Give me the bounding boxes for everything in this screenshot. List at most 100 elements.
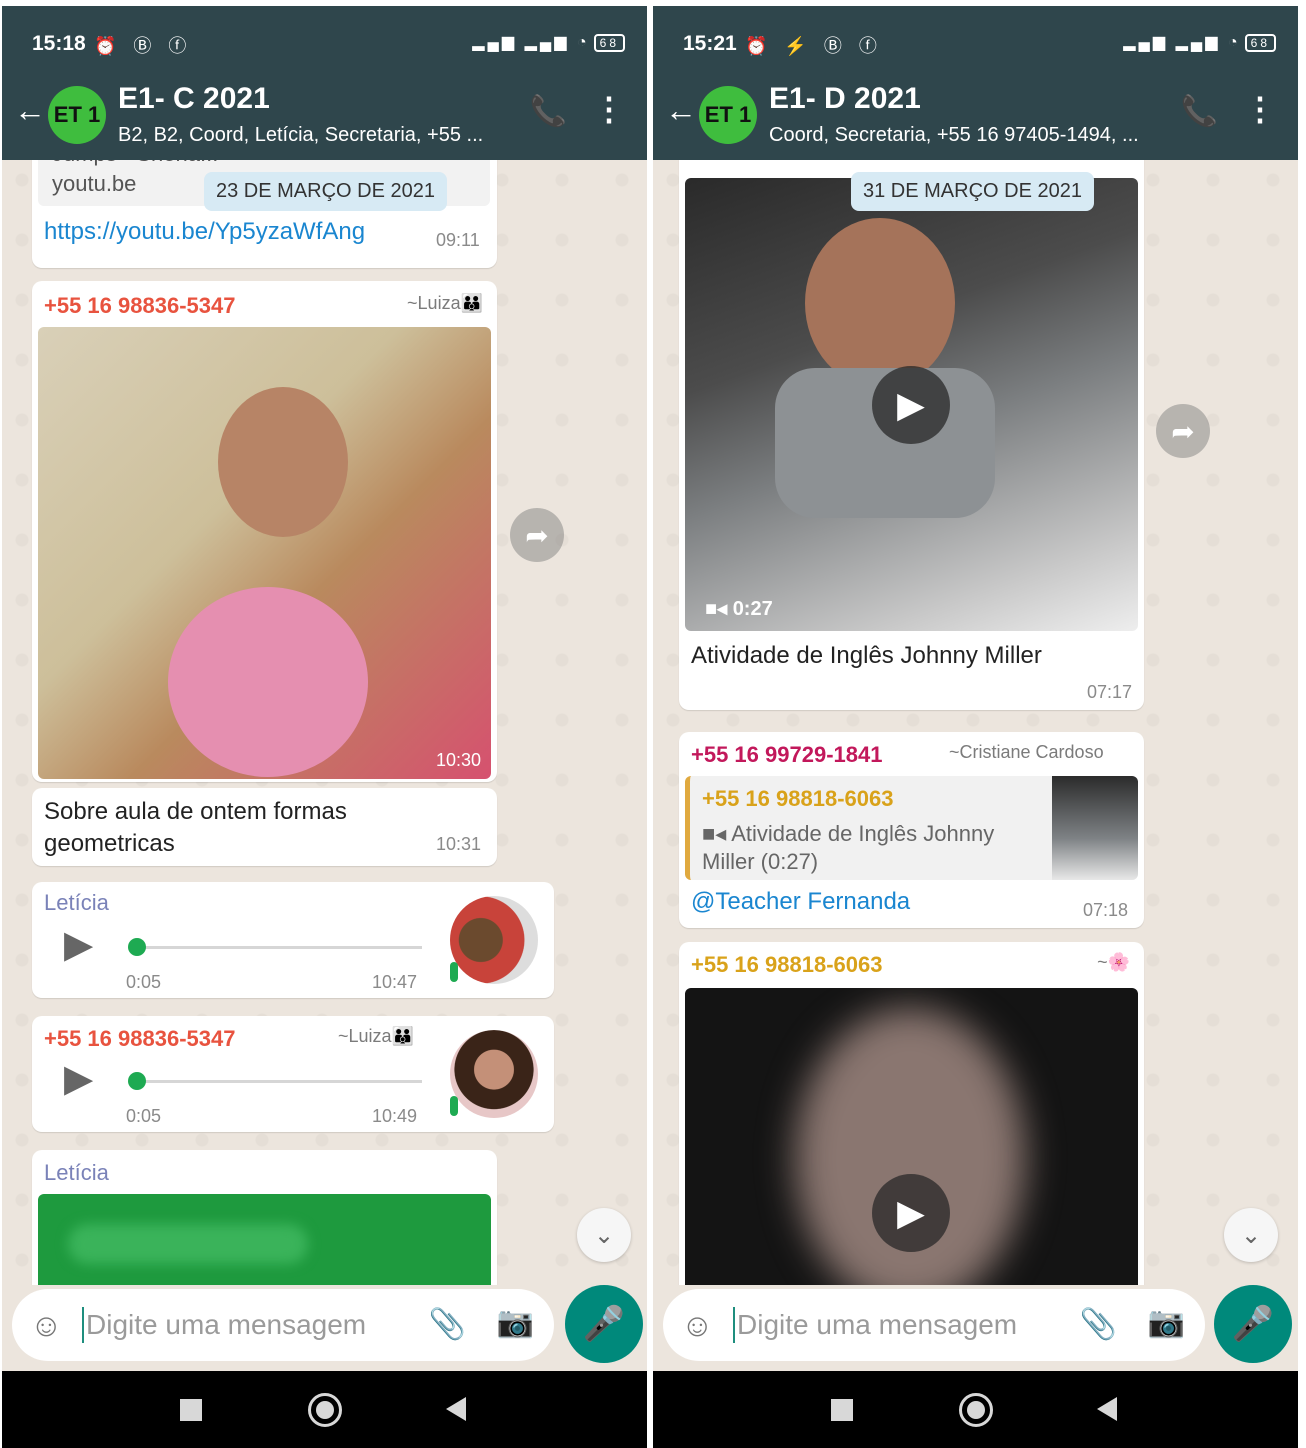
status-bar: 15:18 ⏰ Ⓑ ⓕ ▂▄▆ ▂▄▆ ◔ 68 [2, 6, 647, 68]
left-phone-screen: 15:18 ⏰ Ⓑ ⓕ ▂▄▆ ▂▄▆ ◔ 68 ← ET 1 E1- C 202… [2, 6, 647, 1448]
sender-phone[interactable]: +55 16 98836-5347 [44, 1026, 235, 1052]
blurred-video-thumbnail[interactable]: ▶ [685, 988, 1138, 1285]
message-input-placeholder[interactable]: Digite uma mensagem [737, 1309, 1017, 1341]
emoji-icon[interactable]: ☺ [681, 1307, 714, 1344]
back-arrow-icon[interactable]: ← [14, 92, 46, 129]
play-icon[interactable]: ▶ [64, 1056, 93, 1101]
signal-wifi-battery-icons: ▂▄▆ ▂▄▆ ◔ 68 [472, 32, 625, 52]
video-message-bubble[interactable]: ▶ ■◂ 0:27 Atividade de Inglês Johnny Mil… [679, 160, 1144, 710]
sender-name[interactable]: Letícia [44, 1160, 109, 1186]
voice-progress-track[interactable] [136, 1080, 422, 1083]
attach-icon[interactable]: 📎 [1080, 1307, 1117, 1342]
recents-icon[interactable] [831, 1399, 853, 1421]
play-video-icon[interactable]: ▶ [872, 1174, 950, 1252]
voice-progress-track[interactable] [136, 946, 422, 949]
back-nav-icon[interactable] [446, 1397, 466, 1421]
voice-progress-handle[interactable] [128, 938, 146, 956]
more-options-icon[interactable]: ⋮ [593, 90, 625, 128]
status-time: 15:18 [32, 32, 86, 55]
status-bar: 15:21 ⏰ ⚡ Ⓑ ⓕ ▂▄▆ ▂▄▆ ◔ 68 [653, 6, 1298, 68]
message-time: 07:18 [1083, 900, 1129, 920]
caption-message-bubble[interactable]: Sobre aula de ontem formas geometricas 1… [32, 788, 497, 866]
right-phone-screen: 15:21 ⏰ ⚡ Ⓑ ⓕ ▂▄▆ ▂▄▆ ◔ 68 ← ET 1 E1- D 2… [653, 6, 1298, 1448]
video-message-bubble[interactable]: +55 16 98818-6063 ~🌸 ▶ [679, 942, 1144, 1285]
play-video-icon[interactable]: ▶ [872, 366, 950, 444]
photo-thumbnail[interactable]: 10:30 [38, 327, 491, 779]
group-avatar[interactable]: ET 1 [48, 86, 106, 144]
status-time: 15:21 [683, 32, 737, 55]
blurred-image[interactable] [38, 1194, 491, 1285]
message-list[interactable]: Jumps · Shena... youtu.be https://youtu.… [2, 160, 647, 1285]
date-separator: 23 DE MARÇO DE 2021 [204, 172, 447, 211]
chat-title[interactable]: E1- C 2021 [118, 82, 270, 116]
video-duration-row: ■◂ 0:27 [705, 596, 773, 621]
system-nav-bar [653, 1371, 1298, 1448]
voice-progress-handle[interactable] [128, 1072, 146, 1090]
chat-header: ← ET 1 E1- C 2021 B2, B2, Coord, Letícia… [2, 68, 647, 160]
add-call-icon[interactable]: 📞 [530, 94, 567, 129]
link-url[interactable]: https://youtu.be/Yp5yzaWfAng [44, 216, 365, 248]
quoted-text-row: ■◂ Atividade de Inglês Johnny Miller (0:… [702, 820, 1032, 876]
message-time: 10:49 [372, 1106, 418, 1126]
home-icon[interactable] [959, 1393, 993, 1427]
text-caret [82, 1307, 84, 1343]
group-avatar[interactable]: ET 1 [699, 86, 757, 144]
status-notification-icons: ⏰ ⚡ Ⓑ ⓕ [745, 36, 883, 56]
back-arrow-icon[interactable]: ← [665, 92, 697, 129]
back-nav-icon[interactable] [1097, 1397, 1117, 1421]
message-time: 07:17 [1087, 682, 1133, 702]
scroll-down-icon[interactable]: ⌄ [577, 1208, 631, 1262]
photo-time: 10:30 [435, 750, 481, 770]
reply-message-bubble[interactable]: +55 16 99729-1841 ~Cristiane Cardoso +55… [679, 732, 1144, 928]
photo-message-bubble[interactable]: +55 16 98836-5347 ~Luiza👪 10:30 [32, 281, 497, 782]
mention-text[interactable]: @Teacher Fernanda [691, 886, 910, 918]
emoji-icon[interactable]: ☺ [30, 1307, 63, 1344]
text-caret [733, 1307, 735, 1343]
chat-title[interactable]: E1- D 2021 [769, 82, 921, 116]
voice-message-bubble[interactable]: Letícia ▶ 0:05 10:47 [32, 882, 554, 998]
voice-message-bubble[interactable]: +55 16 98836-5347 ~Luiza👪 ▶ 0:05 10:49 [32, 1016, 554, 1132]
play-icon[interactable]: ▶ [64, 922, 93, 967]
sender-phone[interactable]: +55 16 99729-1841 [691, 742, 882, 768]
forward-icon[interactable]: ➦ [1156, 404, 1210, 458]
voice-duration: 0:05 [126, 1106, 162, 1126]
attach-icon[interactable]: 📎 [429, 1307, 466, 1342]
chat-participants[interactable]: Coord, Secretaria, +55 16 97405-1494, ..… [769, 124, 1149, 147]
camera-icon[interactable]: 📷 [1148, 1305, 1185, 1340]
video-thumbnail[interactable]: ▶ ■◂ 0:27 [685, 178, 1138, 631]
forward-icon[interactable]: ➦ [510, 508, 564, 562]
scroll-down-icon[interactable]: ⌄ [1224, 1208, 1278, 1262]
message-composer: ☺ Digite uma mensagem 📎 📷 🎤 [2, 1285, 647, 1371]
voice-record-button[interactable]: 🎤 [1214, 1285, 1292, 1363]
home-icon[interactable] [308, 1393, 342, 1427]
camera-icon[interactable]: 📷 [497, 1305, 534, 1340]
mic-icon [450, 962, 458, 982]
message-input-box[interactable]: ☺ Digite uma mensagem 📎 📷 [663, 1289, 1205, 1361]
add-call-icon[interactable]: 📞 [1181, 94, 1218, 129]
chat-participants[interactable]: B2, B2, Coord, Letícia, Secretaria, +55 … [118, 124, 498, 147]
link-preview-domain: youtu.be [52, 171, 137, 196]
sender-pushname: ~🌸 [1097, 952, 1130, 972]
ball-shape [168, 587, 368, 777]
more-options-icon[interactable]: ⋮ [1244, 90, 1276, 128]
sender-phone[interactable]: +55 16 98818-6063 [691, 952, 882, 978]
face-shape [805, 218, 955, 388]
mic-icon [450, 1096, 458, 1116]
sender-avatar[interactable] [450, 1030, 538, 1118]
message-input-box[interactable]: ☺ Digite uma mensagem 📎 📷 [12, 1289, 554, 1361]
voice-record-button[interactable]: 🎤 [565, 1285, 643, 1363]
video-duration: 0:27 [732, 598, 773, 620]
status-notification-icons: ⏰ Ⓑ ⓕ [94, 36, 193, 56]
message-text: Sobre aula de ontem formas geometricas [44, 798, 347, 857]
quoted-message[interactable]: +55 16 98818-6063 ■◂ Atividade de Inglês… [685, 776, 1138, 880]
sender-name[interactable]: Letícia [44, 890, 109, 916]
image-message-bubble[interactable]: Letícia [32, 1150, 497, 1285]
recents-icon[interactable] [180, 1399, 202, 1421]
sender-avatar[interactable] [450, 896, 538, 984]
sender-phone[interactable]: +55 16 98836-5347 [44, 293, 235, 319]
signal-wifi-battery-icons: ▂▄▆ ▂▄▆ ◔ 68 [1123, 32, 1276, 52]
message-time: 09:11 [436, 230, 480, 250]
message-list[interactable]: ▶ ■◂ 0:27 Atividade de Inglês Johnny Mil… [653, 160, 1298, 1285]
quoted-text: Atividade de Inglês Johnny Miller (0:27) [702, 821, 995, 874]
message-input-placeholder[interactable]: Digite uma mensagem [86, 1309, 366, 1341]
